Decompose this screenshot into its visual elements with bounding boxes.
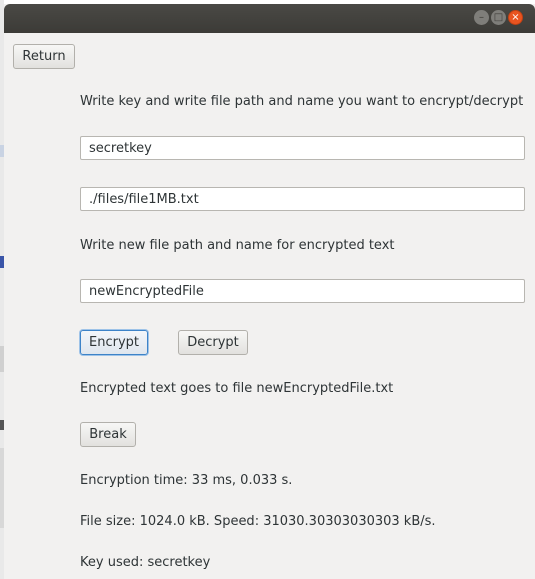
- main-panel: Return Write key and write file path and…: [4, 33, 535, 579]
- decrypt-button[interactable]: Decrypt: [178, 330, 248, 355]
- break-button[interactable]: Break: [80, 422, 136, 447]
- encryption-time-text: Encryption time: 33 ms, 0.033 s.: [80, 473, 293, 488]
- close-icon[interactable]: ×: [508, 10, 523, 25]
- output-file-message: Encrypted text goes to file newEncrypted…: [80, 381, 394, 396]
- encrypt-button[interactable]: Encrypt: [80, 330, 148, 355]
- key-and-file-instruction: Write key and write file path and name y…: [80, 94, 524, 109]
- file-size-speed-text: File size: 1024.0 kB. Speed: 31030.30303…: [80, 514, 436, 529]
- new-file-input[interactable]: newEncryptedFile: [80, 279, 525, 303]
- maximize-icon[interactable]: □: [491, 10, 506, 25]
- app-window: – □ × Return Write key and write file pa…: [4, 4, 535, 579]
- new-file-instruction: Write new file path and name for encrypt…: [80, 238, 395, 253]
- key-input[interactable]: secretkey: [80, 136, 525, 160]
- minimize-icon[interactable]: –: [474, 10, 489, 25]
- window-titlebar[interactable]: – □ ×: [4, 4, 535, 33]
- key-used-text: Key used: secretkey: [80, 555, 211, 570]
- return-button[interactable]: Return: [13, 44, 75, 69]
- file-path-input[interactable]: ./files/file1MB.txt: [80, 187, 525, 211]
